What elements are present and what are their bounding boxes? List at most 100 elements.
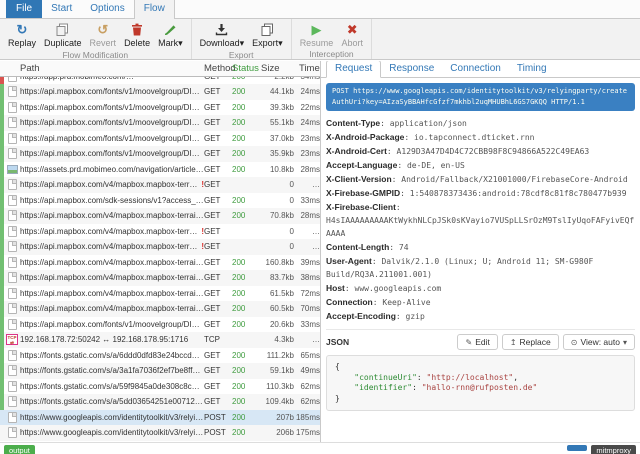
flow-time: 28ms	[294, 211, 320, 220]
table-row[interactable]: https://api.mapbox.com/fonts/v1/moovelgr…	[0, 84, 320, 100]
request-line[interactable]: POST https://www.googleapis.com/identity…	[326, 83, 635, 111]
flow-path: https://fonts.gstatic.com/s/a/59f9845a0d…	[20, 382, 204, 391]
flow-status: 200	[232, 103, 256, 112]
table-row[interactable]: https://api.mapbox.com/v4/mapbox.mapbox-…	[0, 177, 320, 193]
doc-icon	[4, 241, 20, 252]
doc-icon	[4, 117, 20, 128]
flow-time: 62ms	[294, 382, 320, 391]
table-row[interactable]: https://api.mapbox.com/v4/mapbox.mapbox-…	[0, 208, 320, 224]
column-header-path[interactable]: Path	[20, 63, 204, 74]
tab-connection[interactable]: Connection	[442, 61, 509, 77]
flow-size: 55.1kb	[256, 118, 294, 127]
table-row[interactable]: https://fonts.gstatic.com/s/a/5dd0365425…	[0, 394, 320, 410]
header-value: : 1:540878373436:android:78cdf8c81f8c780…	[400, 189, 626, 198]
table-row[interactable]: https://api.mapbox.com/v4/mapbox.mapbox-…	[0, 270, 320, 286]
table-row[interactable]: https://fonts.gstatic.com/s/a/3a1fa7036f…	[0, 363, 320, 379]
table-row[interactable]: https://api.mapbox.com/v4/mapbox.mapbox-…	[0, 255, 320, 271]
menu-tab-flow[interactable]: Flow	[134, 0, 175, 19]
flow-method: GET	[204, 196, 232, 205]
table-row[interactable]: https://api.mapbox.com/fonts/v1/moovelgr…	[0, 115, 320, 131]
table-row[interactable]: https://api.mapbox.com/v4/mapbox.mapbox-…	[0, 239, 320, 255]
header-name: User-Agent	[326, 256, 372, 266]
table-row[interactable]: https://api.mapbox.com/v4/mapbox.mapbox-…	[0, 301, 320, 317]
flow-method: POST	[204, 413, 232, 422]
flow-method: TCP	[204, 335, 232, 344]
table-row[interactable]: TCP⇄192.168.178.72:50242 ↔ 192.168.178.9…	[0, 332, 320, 348]
download-button[interactable]: Download▾	[196, 22, 249, 49]
table-row[interactable]: https://fonts.gstatic.com/s/a/59f9845a0d…	[0, 379, 320, 395]
request-header: X-Client-Version: Android/Fallback/X2100…	[326, 173, 635, 186]
column-header-size[interactable]: Size	[256, 63, 294, 74]
mark-button[interactable]: Mark▾	[154, 22, 187, 49]
flow-size: 0	[256, 242, 294, 251]
flow-time: …	[294, 242, 320, 251]
column-header-time[interactable]: Time	[294, 63, 320, 74]
flow-status: 200	[232, 397, 256, 406]
flow-time: …	[294, 335, 320, 344]
flow-method: GET	[204, 165, 232, 174]
edit-button[interactable]: ✎ Edit	[457, 334, 497, 350]
flow-status: 200	[232, 258, 256, 267]
table-row[interactable]: https://api.mapbox.com/fonts/v1/moovelgr…	[0, 100, 320, 116]
flow-time: 23ms	[294, 134, 320, 143]
request-header: Connection: Keep-Alive	[326, 296, 635, 309]
tab-request[interactable]: Request	[326, 61, 381, 78]
flow-path: https://api.mapbox.com/v4/mapbox.mapbox-…	[20, 211, 204, 220]
flow-status: 200	[232, 273, 256, 282]
doc-icon	[4, 303, 20, 314]
table-row[interactable]: https://www.googleapis.com/identitytoolk…	[0, 425, 320, 441]
revert-button[interactable]: ↺Revert	[86, 22, 121, 48]
menu-tab-file[interactable]: File	[6, 0, 42, 18]
flow-path-cell: https://api.mapbox.com/v4/mapbox.mapbox-…	[20, 289, 204, 298]
export-button[interactable]: Export▾	[248, 22, 287, 49]
table-row[interactable]: https://api.mapbox.com/fonts/v1/moovelgr…	[0, 131, 320, 147]
table-row[interactable]: https://api.mapbox.com/v4/mapbox.mapbox-…	[0, 286, 320, 302]
doc-icon	[4, 133, 20, 144]
flow-size: 0	[256, 196, 294, 205]
table-row[interactable]: https://fonts.gstatic.com/s/a/6ddd0dfd83…	[0, 348, 320, 364]
flow-path-cell: https://api.mapbox.com/fonts/v1/moovelgr…	[20, 134, 204, 143]
column-header-status[interactable]: Status	[232, 63, 256, 74]
replay-button[interactable]: ↻Replay	[4, 22, 40, 48]
table-row[interactable]: https://www.googleapis.com/identitytoolk…	[0, 410, 320, 426]
detail-content: POST https://www.googleapis.com/identity…	[321, 78, 640, 442]
tab-response[interactable]: Response	[381, 61, 442, 77]
header-value: : application/json	[380, 119, 467, 128]
flow-size: 61.5kb	[256, 289, 294, 298]
export-icon	[261, 22, 274, 37]
flow-status: 200	[232, 366, 256, 375]
column-header-method[interactable]: Method	[204, 63, 232, 74]
tcp-icon: TCP⇄	[4, 334, 20, 345]
doc-icon	[4, 381, 20, 392]
menu-tab-start[interactable]: Start	[42, 0, 81, 18]
flow-method: GET	[204, 118, 232, 127]
view-mode-button[interactable]: ⊙ View: auto ▾	[563, 334, 635, 350]
flow-status: 200	[232, 77, 256, 81]
flow-path-cell: https://app.prd.mobimeo.com/…	[20, 77, 204, 81]
json-body-viewer[interactable]: { "continueUri": "http://localhost", "id…	[326, 355, 635, 411]
table-row[interactable]: https://assets.prd.mobimeo.com/navigatio…	[0, 162, 320, 178]
flow-path: https://api.mapbox.com/fonts/v1/moovelgr…	[20, 134, 204, 143]
replace-button[interactable]: ↥ Replace	[502, 334, 559, 350]
delete-button[interactable]: Delete	[120, 22, 154, 48]
table-row[interactable]: https://app.prd.mobimeo.com/…GET2002.2kb…	[0, 77, 320, 84]
duplicate-button[interactable]: Duplicate	[40, 22, 86, 48]
header-value: : Android/Fallback/X21001000/FirebaseCor…	[392, 175, 628, 184]
tab-timing[interactable]: Timing	[509, 61, 555, 77]
menu-tab-options[interactable]: Options	[81, 0, 133, 18]
table-row[interactable]: https://api.mapbox.com/sdk-sessions/v1?a…	[0, 193, 320, 209]
flow-size: 20.6kb	[256, 320, 294, 329]
resume-button[interactable]: ▶Resume	[296, 22, 338, 48]
flow-status: 200	[232, 289, 256, 298]
table-row[interactable]: https://api.mapbox.com/v4/mapbox.mapbox-…	[0, 224, 320, 240]
flow-path: https://api.mapbox.com/v4/mapbox.mapbox-…	[20, 258, 204, 267]
doc-icon	[4, 195, 20, 206]
flow-time: 72ms	[294, 289, 320, 298]
table-row[interactable]: https://api.mapbox.com/fonts/v1/moovelgr…	[0, 146, 320, 162]
abort-button[interactable]: ✖Abort	[337, 22, 367, 48]
main-split: PathMethodStatusSizeTime https://app.prd…	[0, 61, 640, 442]
flow-status: 200	[232, 165, 256, 174]
flow-path-cell: https://api.mapbox.com/v4/mapbox.mapbox-…	[20, 273, 204, 282]
flow-path: https://api.mapbox.com/v4/mapbox.mapbox-…	[20, 273, 204, 282]
table-row[interactable]: https://api.mapbox.com/fonts/v1/moovelgr…	[0, 317, 320, 333]
